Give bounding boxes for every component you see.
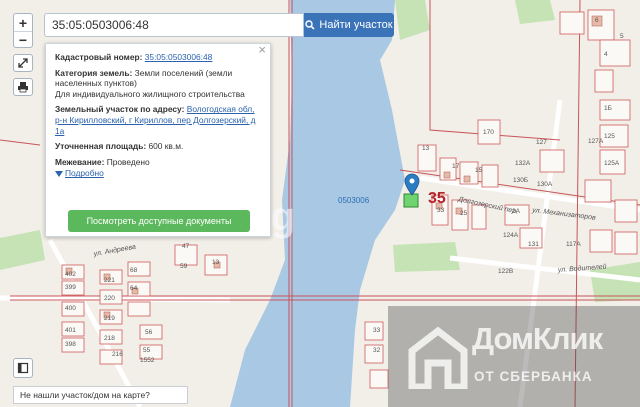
- print-button[interactable]: [13, 78, 33, 96]
- caret-down-icon: [55, 170, 63, 177]
- find-parcel-label: Найти участок: [319, 19, 393, 31]
- svg-text:131: 131: [528, 241, 539, 248]
- svg-text:15: 15: [475, 167, 483, 174]
- svg-text:68: 68: [130, 267, 138, 274]
- svg-text:32: 32: [373, 347, 381, 354]
- area-value: 600 кв.м.: [148, 141, 184, 152]
- zoom-out-button[interactable]: −: [14, 31, 32, 48]
- report-missing-link[interactable]: Не нашли участок/дом на карте?: [13, 386, 188, 404]
- svg-text:127А: 127А: [588, 138, 604, 145]
- svg-text:5: 5: [620, 33, 624, 40]
- svg-text:216: 216: [112, 351, 123, 358]
- svg-text:55: 55: [143, 347, 151, 354]
- svg-text:117А: 117А: [566, 241, 581, 248]
- svg-text:398: 398: [65, 341, 76, 348]
- svg-text:125: 125: [604, 133, 615, 140]
- find-parcel-button[interactable]: Найти участок: [304, 13, 394, 37]
- svg-text:132А: 132А: [515, 160, 531, 167]
- fullscreen-button[interactable]: [13, 54, 33, 72]
- parcel-info-panel: × Кадастровый номер: 35:05:0503006:48 Ка…: [45, 43, 271, 237]
- svg-text:218: 218: [104, 335, 115, 342]
- svg-text:219: 219: [104, 315, 115, 322]
- land-category-label: Категория земель:: [55, 67, 133, 78]
- svg-text:4: 4: [604, 51, 608, 58]
- area-row: Уточненная площадь: 600 кв.м.: [55, 141, 262, 152]
- svg-text:64: 64: [130, 285, 138, 292]
- cadastral-number-row: Кадастровый номер: 35:05:0503006:48: [55, 52, 262, 63]
- svg-text:13: 13: [422, 145, 430, 152]
- svg-text:17: 17: [452, 163, 460, 170]
- land-category-row: Категория земель: Земли поселений (земли…: [55, 68, 262, 100]
- svg-text:170: 170: [483, 129, 494, 136]
- survey-value: Проведено: [106, 156, 150, 167]
- details-toggle[interactable]: Подробно: [55, 168, 262, 179]
- search-icon: [305, 20, 315, 30]
- zoom-control: + −: [13, 13, 33, 48]
- svg-text:125А: 125А: [604, 160, 620, 167]
- house-logo-icon: [408, 327, 468, 389]
- view-documents-button[interactable]: Посмотреть доступные документы: [68, 210, 250, 232]
- details-label: Подробно: [65, 168, 104, 179]
- cadastral-number-link[interactable]: 35:05:0503006:48: [145, 52, 213, 62]
- svg-text:220: 220: [104, 295, 115, 302]
- logo-subtitle: ОТ СБЕРБАНКА: [474, 369, 593, 384]
- svg-text:47: 47: [182, 243, 190, 250]
- svg-text:127: 127: [536, 139, 547, 146]
- close-icon[interactable]: ×: [258, 43, 266, 56]
- svg-text:33: 33: [437, 207, 445, 214]
- address-row: Земельный участок по адресу: Вологодская…: [55, 104, 262, 136]
- land-use-value: Для индивидуального жилищного строительс…: [55, 88, 245, 99]
- district-number: 35: [428, 190, 446, 207]
- svg-text:400: 400: [65, 305, 76, 312]
- expand-icon: [18, 58, 28, 68]
- svg-text:122В: 122В: [498, 268, 513, 275]
- svg-text:13: 13: [212, 259, 220, 266]
- svg-text:401: 401: [65, 327, 76, 334]
- search-input[interactable]: 35:05:0503006:48: [44, 13, 303, 37]
- svg-text:130Б: 130Б: [513, 177, 528, 184]
- svg-text:399: 399: [65, 284, 76, 291]
- domclick-logo: ДомКлик ОТ СБЕРБАНКА: [398, 313, 640, 404]
- svg-text:402: 402: [65, 271, 76, 278]
- svg-text:130А: 130А: [537, 181, 553, 188]
- address-label: Земельный участок по адресу:: [55, 104, 185, 115]
- area-label: Уточненная площадь:: [55, 141, 147, 152]
- svg-text:1552: 1552: [140, 357, 155, 364]
- svg-text:33: 33: [373, 327, 381, 334]
- selected-parcel: [403, 193, 419, 208]
- survey-row: Межевание: Проведено: [55, 157, 262, 168]
- cadastral-number-label: Кадастровый номер:: [55, 52, 143, 62]
- svg-text:221: 221: [104, 277, 115, 284]
- zoom-in-button[interactable]: +: [14, 14, 32, 31]
- print-icon: [18, 82, 28, 93]
- svg-text:1Б: 1Б: [604, 105, 612, 112]
- svg-text:25: 25: [460, 210, 468, 217]
- layers-icon: [17, 362, 29, 374]
- survey-label: Межевание:: [55, 156, 105, 167]
- svg-text:6: 6: [595, 17, 599, 24]
- layers-button[interactable]: [13, 358, 33, 378]
- svg-text:56: 56: [145, 329, 153, 336]
- quarter-label: 0503006: [338, 196, 370, 205]
- svg-text:59: 59: [180, 263, 188, 270]
- svg-text:124А: 124А: [503, 232, 519, 239]
- logo-title: ДомКлик: [472, 321, 603, 356]
